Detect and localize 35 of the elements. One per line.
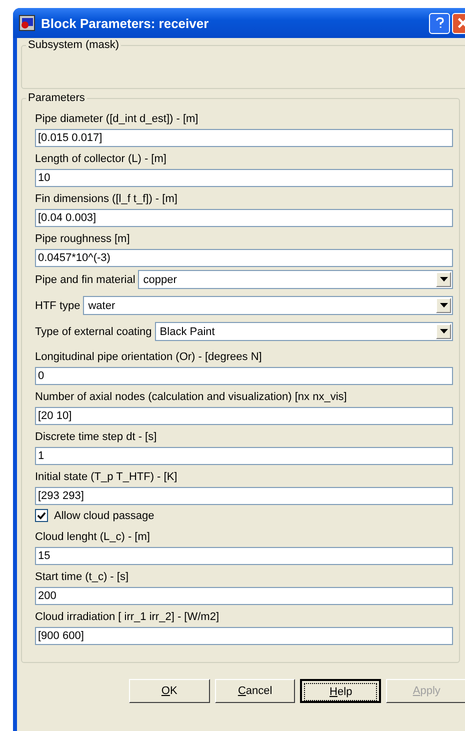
field-label: Pipe roughness [m] — [35, 232, 131, 247]
field-label: Pipe diameter ([d_int d_est]) - [m] — [35, 112, 200, 127]
group-title: Subsystem (mask) — [26, 39, 122, 51]
field-label: Fin dimensions ([l_f t_f]) - [m] — [35, 192, 178, 207]
field-label: Type of external coating — [35, 326, 152, 338]
field-label: Pipe and fin material — [35, 274, 136, 286]
input-field[interactable]: 15 — [35, 547, 453, 565]
checkbox-label: Allow cloud passage — [54, 510, 154, 522]
dialog-button[interactable]: Cancel — [214, 679, 296, 703]
input-field[interactable]: [0.04 0.003] — [35, 209, 453, 227]
field-label: Length of collector (L) - [m] — [35, 152, 168, 167]
input-field[interactable]: [0.015 0.017] — [35, 129, 453, 147]
dropdown[interactable]: Black Paint — [154, 322, 453, 341]
field-label: Initial state (T_p T_HTF) - [K] — [35, 470, 178, 485]
input-field[interactable]: 200 — [35, 587, 453, 605]
input-field[interactable]: [293 293] — [35, 487, 453, 505]
input-field[interactable]: 1 — [35, 447, 453, 465]
input-field[interactable]: [20 10] — [35, 407, 453, 425]
field-label: HTF type — [35, 300, 80, 312]
dialog-button[interactable]: Help — [300, 679, 382, 703]
field-label: Start time (t_c) - [s] — [35, 570, 130, 585]
dropdown[interactable]: copper — [138, 270, 453, 289]
window-title: Block Parameters: receiver — [41, 16, 210, 30]
field-label: Cloud irradiation [ irr_1 irr_2] - [W/m2] — [35, 610, 220, 625]
field-label: Discrete time step dt - [s] — [35, 430, 158, 445]
field-label: Longitudinal pipe orientation (Or) - [degrees N] — [35, 350, 263, 365]
dropdown[interactable]: water — [83, 296, 453, 315]
field-label: Number of axial nodes (calculation and visualization) [nx nx_vis] — [35, 390, 348, 405]
input-field[interactable]: [900 600] — [35, 627, 453, 645]
input-field[interactable]: 0.0457*10^(-3) — [35, 249, 453, 267]
input-field[interactable]: 0 — [35, 367, 453, 385]
dialog-button[interactable]: OK — [129, 679, 210, 703]
field-label: Cloud lenght (L_c) - [m] — [35, 530, 151, 545]
group-title: Parameters — [26, 92, 87, 104]
input-field[interactable]: 10 — [35, 169, 453, 187]
